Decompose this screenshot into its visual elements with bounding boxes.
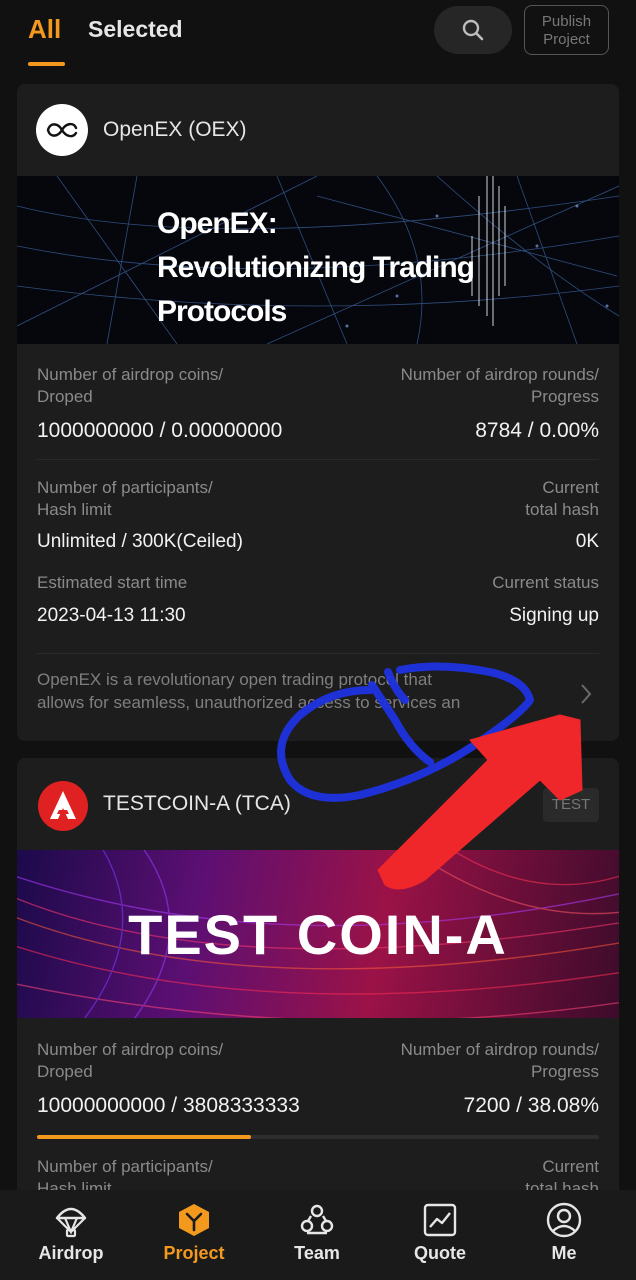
project-name: OpenEX (OEX) xyxy=(103,118,247,141)
nav-label: Airdrop xyxy=(38,1243,104,1263)
testcoin-logo xyxy=(38,781,88,831)
airdrop-rounds-label: Number of airdrop rounds/ Progress xyxy=(400,1040,599,1081)
nav-label: Quote xyxy=(414,1243,466,1263)
airdrop-coins-label: Number of airdrop coins/ Droped xyxy=(37,365,224,406)
openex-logo xyxy=(36,104,88,156)
project-card-header: OpenEX (OEX) xyxy=(17,84,619,176)
team-icon xyxy=(300,1204,334,1235)
airdrop-rounds-value: 8784 / 0.00% xyxy=(475,419,599,442)
banner-headline: OpenEX: Revolutionizing Trading Protocol… xyxy=(157,207,475,328)
participants-row: Number of participants/ Hash limit Curre… xyxy=(37,1138,599,1198)
airdrop-coins-label: Number of airdrop coins/ Droped xyxy=(37,1040,224,1081)
project-description: OpenEX is a revolutionary open trading p… xyxy=(37,670,461,712)
description-row[interactable]: OpenEX is a revolutionary open trading p… xyxy=(37,654,599,734)
project-card-header: TESTCOIN-A (TCA) TEST xyxy=(17,758,619,850)
project-name: TESTCOIN-A (TCA) xyxy=(103,792,291,815)
airdrop-coins-value: 10000000000 / 3808333333 xyxy=(37,1094,300,1117)
project-card[interactable]: TESTCOIN-A (TCA) TEST TEST COIN-A Number… xyxy=(17,758,619,1228)
publish-project-button[interactable]: Publish Project xyxy=(524,5,609,55)
bottom-navigation: Airdrop Project Team Quote Me xyxy=(0,1190,636,1280)
airdrop-stats-row: Number of airdrop coins/ Droped 10000000… xyxy=(37,1018,599,1139)
start-time-label: Estimated start time xyxy=(37,573,188,592)
nav-quote[interactable]: Quote xyxy=(390,1190,490,1280)
project-card[interactable]: OpenEX (OEX) OpenEX: Revolutionizing Tra… xyxy=(17,84,619,741)
nav-team[interactable]: Team xyxy=(267,1190,367,1280)
user-icon xyxy=(546,1202,582,1238)
nav-airdrop[interactable]: Airdrop xyxy=(21,1190,121,1280)
total-hash-label: Current total hash xyxy=(525,478,599,519)
search-icon xyxy=(462,19,484,41)
nav-me[interactable]: Me xyxy=(514,1190,614,1280)
chevron-right-icon xyxy=(581,684,592,704)
start-time-value: 2023-04-13 11:30 xyxy=(37,605,186,626)
project-banner: OpenEX: Revolutionizing Trading Protocol… xyxy=(17,176,619,344)
nav-label: Project xyxy=(163,1243,225,1263)
test-tag: TEST xyxy=(543,788,599,822)
publish-label-line2: Project xyxy=(543,31,590,48)
airdrop-rounds-label: Number of airdrop rounds/ Progress xyxy=(400,365,599,406)
cube-icon xyxy=(179,1204,209,1236)
participants-label: Number of participants/ Hash limit xyxy=(37,478,213,519)
tab-all[interactable]: All xyxy=(28,14,61,45)
status-label: Current status xyxy=(492,573,599,592)
tab-selected[interactable]: Selected xyxy=(88,16,183,43)
status-value: Signing up xyxy=(509,605,599,626)
tab-all-underline xyxy=(28,62,65,66)
top-header: All Selected Publish Project xyxy=(0,0,636,80)
search-button[interactable] xyxy=(434,6,512,54)
nav-label: Me xyxy=(551,1243,577,1263)
airdrop-coins-value: 1000000000 / 0.00000000 xyxy=(37,419,283,442)
project-banner: TEST COIN-A xyxy=(17,850,619,1018)
nav-label: Team xyxy=(294,1243,340,1263)
banner-headline: TEST COIN-A xyxy=(128,903,508,966)
total-hash-value: 0K xyxy=(575,531,599,552)
airdrop-rounds-value: 7200 / 38.08% xyxy=(463,1094,599,1117)
airdrop-stats-row: Number of airdrop coins/ Droped 10000000… xyxy=(37,344,599,460)
participants-value: Unlimited / 300K(Ceiled) xyxy=(37,531,243,552)
start-status-row: Estimated start time 2023-04-13 11:30 Cu… xyxy=(37,570,599,654)
publish-label-line1: Publish xyxy=(541,13,592,30)
participants-row: Number of participants/ Hash limit Unlim… xyxy=(37,460,599,570)
chart-icon xyxy=(423,1203,457,1237)
parachute-icon xyxy=(55,1207,87,1238)
nav-project[interactable]: Project xyxy=(144,1190,244,1280)
